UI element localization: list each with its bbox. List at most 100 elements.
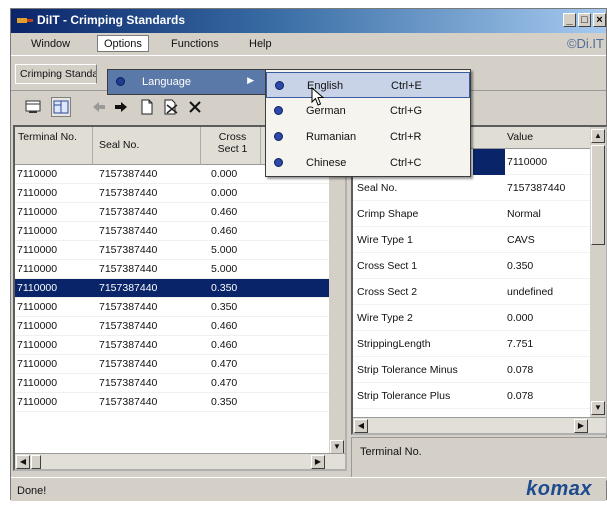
table-view-icon[interactable] <box>23 97 43 117</box>
cell-cross-sect: 0.460 <box>211 225 238 237</box>
property-row[interactable]: Strip Tolerance Plus 0.078 <box>353 383 606 409</box>
cell-terminal-no: 7110000 <box>17 282 58 294</box>
table-row[interactable]: 7110000 7157387440 5.000 <box>15 241 345 260</box>
split-view-icon[interactable] <box>51 97 71 117</box>
cell-seal-no: 7157387440 <box>99 263 158 275</box>
column-header-terminal[interactable]: Terminal No. <box>15 127 93 165</box>
scroll-down-icon[interactable]: ▼ <box>330 440 344 454</box>
table-row[interactable]: 7110000 7157387440 0.350 <box>15 393 345 412</box>
menu-options[interactable]: Options <box>97 35 149 52</box>
property-horizontal-scrollbar[interactable]: ◀ ▶ <box>353 417 606 433</box>
menu-item-language[interactable]: Language ▶ <box>108 70 270 94</box>
cell-terminal-no: 7110000 <box>17 339 58 351</box>
property-vertical-scrollbar[interactable]: ▲ ▼ <box>590 127 606 417</box>
cell-terminal-no: 7110000 <box>17 187 58 199</box>
cell-terminal-no: 7110000 <box>17 225 58 237</box>
close-icon[interactable] <box>185 97 205 117</box>
new-document-icon[interactable] <box>137 97 157 117</box>
grid-body: 7110000 7157387440 0.000 7110000 7157387440 0… <box>15 165 345 412</box>
status-text: Done! <box>17 485 47 497</box>
menu-item-rumanian[interactable]: Rumanian Ctrl+R <box>266 124 470 150</box>
selection-marker <box>473 149 505 175</box>
scroll-left-icon[interactable]: ◀ <box>354 419 368 433</box>
cell-terminal-no: 7110000 <box>17 396 58 408</box>
table-row[interactable]: 7110000 7157387440 0.470 <box>15 355 345 374</box>
mouse-cursor-icon <box>311 87 325 106</box>
menu-window[interactable]: Window <box>25 36 76 53</box>
cell-terminal-no: 7110000 <box>17 244 58 256</box>
property-row[interactable]: Cross Sect 2 undefined <box>353 279 606 305</box>
menu-item-chinese[interactable]: Chinese Ctrl+C <box>266 150 470 176</box>
property-row[interactable]: Wire Type 2 0.000 <box>353 305 606 331</box>
scroll-right-icon[interactable]: ▶ <box>311 455 325 469</box>
cell-cross-sect: 0.350 <box>211 396 238 408</box>
close-window-button[interactable]: × <box>593 13 606 27</box>
cell-seal-no: 7157387440 <box>99 358 158 370</box>
table-row[interactable]: 7110000 7157387440 0.000 <box>15 184 345 203</box>
scroll-down-icon[interactable]: ▼ <box>591 401 605 415</box>
property-value: 0.000 <box>507 312 534 324</box>
menu-functions[interactable]: Functions <box>165 36 225 53</box>
property-row[interactable]: Wire Type 1 CAVS <box>353 227 606 253</box>
scroll-right-icon[interactable]: ▶ <box>574 419 588 433</box>
scroll-thumb[interactable] <box>31 455 41 469</box>
scroll-up-icon[interactable]: ▲ <box>591 129 605 143</box>
cell-terminal-no: 7110000 <box>17 206 58 218</box>
cell-terminal-no: 7110000 <box>17 358 58 370</box>
komax-logo: komax <box>526 478 592 500</box>
menu-item-shortcut: Ctrl+C <box>390 157 422 169</box>
property-row[interactable]: Crimp Shape Normal <box>353 201 606 227</box>
menu-item-label: Rumanian <box>306 131 357 143</box>
property-value: Normal <box>507 208 541 220</box>
property-value: 0.078 <box>507 364 534 376</box>
cell-cross-sect: 0.350 <box>211 301 238 313</box>
scroll-thumb[interactable] <box>591 145 605 245</box>
maximize-button[interactable]: □ <box>578 13 591 27</box>
menu-item-shortcut: Ctrl+G <box>390 105 423 117</box>
table-row[interactable]: 7110000 7157387440 0.460 <box>15 336 345 355</box>
brand-label: ©Di.IT <box>566 36 604 51</box>
minimize-button[interactable]: _ <box>563 13 576 27</box>
delete-document-icon[interactable] <box>161 97 181 117</box>
table-row[interactable]: 7110000 7157387440 0.350 <box>15 298 345 317</box>
table-row[interactable]: 7110000 7157387440 0.350 <box>15 279 345 298</box>
cell-seal-no: 7157387440 <box>99 168 158 180</box>
property-name: Crimp Shape <box>357 208 419 220</box>
menu-item-english[interactable]: English Ctrl+E <box>266 72 470 98</box>
table-row[interactable]: 7110000 7157387440 0.460 <box>15 222 345 241</box>
menu-item-label: Chinese <box>306 157 347 169</box>
menu-item-german[interactable]: German Ctrl+G <box>266 98 470 124</box>
property-row[interactable]: Strip Tolerance Minus 0.078 <box>353 357 606 383</box>
grid-horizontal-scrollbar[interactable]: ◀ ▶ <box>15 453 345 469</box>
property-row[interactable]: Seal No. 7157387440 <box>353 175 606 201</box>
property-name: Wire Type 1 <box>357 234 413 246</box>
menu-item-shortcut: Ctrl+E <box>391 80 422 92</box>
tab-crimping-standards[interactable]: Crimping Standards <box>15 64 97 84</box>
bullet-icon <box>274 106 283 115</box>
menu-help[interactable]: Help <box>243 36 278 53</box>
scroll-left-icon[interactable]: ◀ <box>16 455 30 469</box>
grid-vertical-scrollbar[interactable]: ▼ <box>329 165 345 455</box>
cell-terminal-no: 7110000 <box>17 301 58 313</box>
table-row[interactable]: 7110000 7157387440 0.460 <box>15 317 345 336</box>
menu-bar: Window Options Functions Help ©Di.IT <box>11 33 606 55</box>
cell-seal-no: 7157387440 <box>99 377 158 389</box>
property-name: Cross Sect 2 <box>357 286 418 298</box>
app-window: DiIT - Crimping Standards _ □ × Window Opt… <box>10 8 607 501</box>
cell-cross-sect: 0.460 <box>211 339 238 351</box>
column-header-seal[interactable]: Seal No. <box>93 127 201 165</box>
property-row[interactable]: Cross Sect 1 0.350 <box>353 253 606 279</box>
cell-seal-no: 7157387440 <box>99 187 158 199</box>
table-row[interactable]: 7110000 7157387440 0.470 <box>15 374 345 393</box>
title-bar[interactable]: DiIT - Crimping Standards _ □ × <box>11 9 606 33</box>
cell-seal-no: 7157387440 <box>99 282 158 294</box>
property-row[interactable]: StrippingLength 7.751 <box>353 331 606 357</box>
column-header-cross-sect[interactable]: Cross Sect 1 <box>201 127 261 165</box>
back-arrow-icon[interactable] <box>89 97 109 117</box>
cell-seal-no: 7157387440 <box>99 320 158 332</box>
forward-arrow-icon[interactable] <box>111 97 131 117</box>
property-description: Terminal No. <box>351 437 607 481</box>
bullet-icon <box>116 77 125 86</box>
table-row[interactable]: 7110000 7157387440 5.000 <box>15 260 345 279</box>
table-row[interactable]: 7110000 7157387440 0.460 <box>15 203 345 222</box>
